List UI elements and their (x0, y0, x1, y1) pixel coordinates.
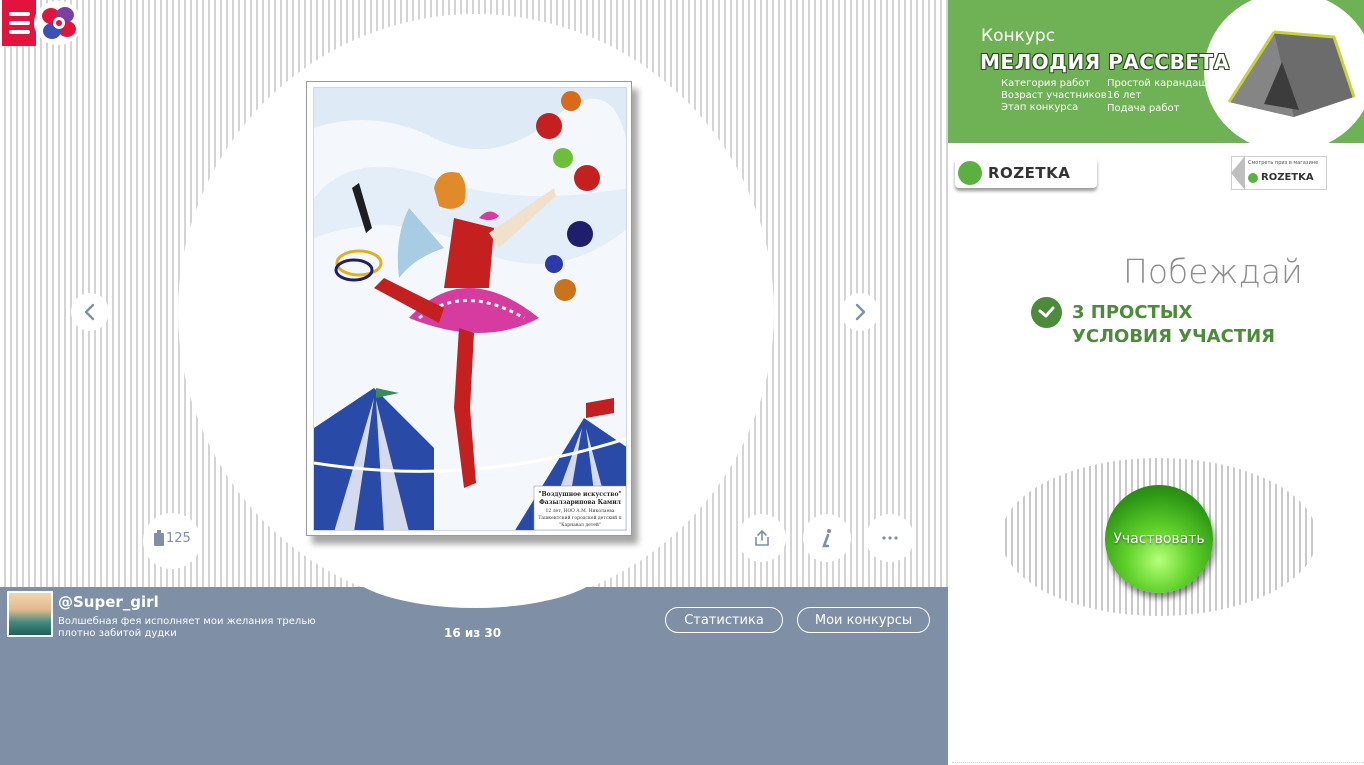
artwork-label-title: "Воздушное искусство" (538, 491, 621, 498)
artwork-label-line3: "Карнавал детей" (559, 522, 601, 528)
info-button[interactable] (803, 514, 851, 562)
author-panel: @Super_girl Волшебная фея исполняет мои … (0, 587, 948, 765)
artwork-label-line1: 12 лет, НОО А.М. Николаева (546, 508, 615, 514)
bottle-icon (154, 530, 164, 546)
rozetka-dot-icon (1248, 172, 1258, 183)
participate-button[interactable]: Участвовать (1105, 485, 1213, 593)
artwork-label-line2: Ташкентский городской детский п (538, 515, 621, 521)
more-button[interactable] (866, 514, 914, 562)
banner-contest-label: Конкурс (981, 26, 1056, 46)
like-button[interactable]: 125 (143, 513, 201, 569)
next-button[interactable] (841, 293, 879, 331)
author-username[interactable]: @Super_girl (58, 593, 159, 611)
gallery-stage: "Воздушное искусство" Фазылзарипова Ками… (0, 0, 948, 587)
sponsor-name: ROZETKA (988, 164, 1071, 182)
app-logo[interactable] (2, 0, 82, 46)
chevron-left-icon (84, 303, 95, 321)
author-caption: Волшебная фея исполняет мои желания трел… (58, 616, 316, 639)
banner-category-label: Категория работ (1001, 78, 1091, 89)
divider (952, 762, 1364, 763)
prev-button[interactable] (71, 293, 109, 331)
app-root: "Воздушное искусство" Фазылзарипова Ками… (0, 0, 1364, 765)
author-avatar[interactable] (7, 591, 53, 637)
banner-stage-label: Этап конкурса (1001, 102, 1079, 113)
checkmark-icon (1031, 297, 1062, 328)
menu-icon[interactable] (2, 0, 36, 46)
banner-stage-value: Подача работ (1107, 103, 1180, 114)
conditions-link[interactable]: 3 ПРОСТЫХ УСЛОВИЯ УЧАСТИЯ (1072, 301, 1292, 349)
artwork-frame: "Воздушное искусство" Фазылзарипова Ками… (306, 81, 632, 536)
info-icon (822, 529, 831, 548)
rozetka-smile-icon (958, 161, 982, 185)
statistics-button[interactable]: Статистика (665, 607, 783, 633)
view-prize-in-shop-link[interactable]: Смотреть приз в магазине ROZETKA (1231, 156, 1327, 190)
artwork-label-author: Фазылзарипова Камил (539, 499, 622, 506)
artwork-image[interactable]: "Воздушное искусство" Фазылзарипова Ками… (313, 87, 627, 531)
more-dots-icon (882, 536, 898, 540)
banner-age-value: 16 лет (1107, 90, 1142, 101)
contest-banner[interactable]: Конкурс МЕЛОДИЯ РАССВЕТА Категория работ… (948, 0, 1364, 143)
banner-age-label: Возраст участников (1001, 90, 1107, 101)
likes-count: 125 (166, 531, 191, 546)
shop-note: Смотреть приз в магазине (1248, 160, 1319, 166)
arrow-left-icon (1231, 156, 1245, 190)
share-button[interactable] (738, 514, 786, 562)
share-icon (755, 530, 769, 546)
my-contests-button[interactable]: Мои конкурсы (797, 607, 930, 633)
chevron-right-icon (855, 303, 866, 321)
banner-category-value: Простой карандаш (1107, 78, 1208, 89)
shop-name-row: ROZETKA (1248, 172, 1314, 183)
participate-label: Участвовать (1113, 531, 1205, 547)
banner-contest-title: МЕЛОДИЯ РАССВЕТА (980, 50, 1230, 74)
promo-headline: Побеждай (1123, 252, 1303, 291)
sponsor-logo[interactable]: ROZETKA (955, 158, 1097, 188)
logo-flower-icon (34, 1, 82, 45)
slide-counter: 16 из 30 (444, 626, 502, 640)
shop-name: ROZETKA (1261, 172, 1314, 183)
